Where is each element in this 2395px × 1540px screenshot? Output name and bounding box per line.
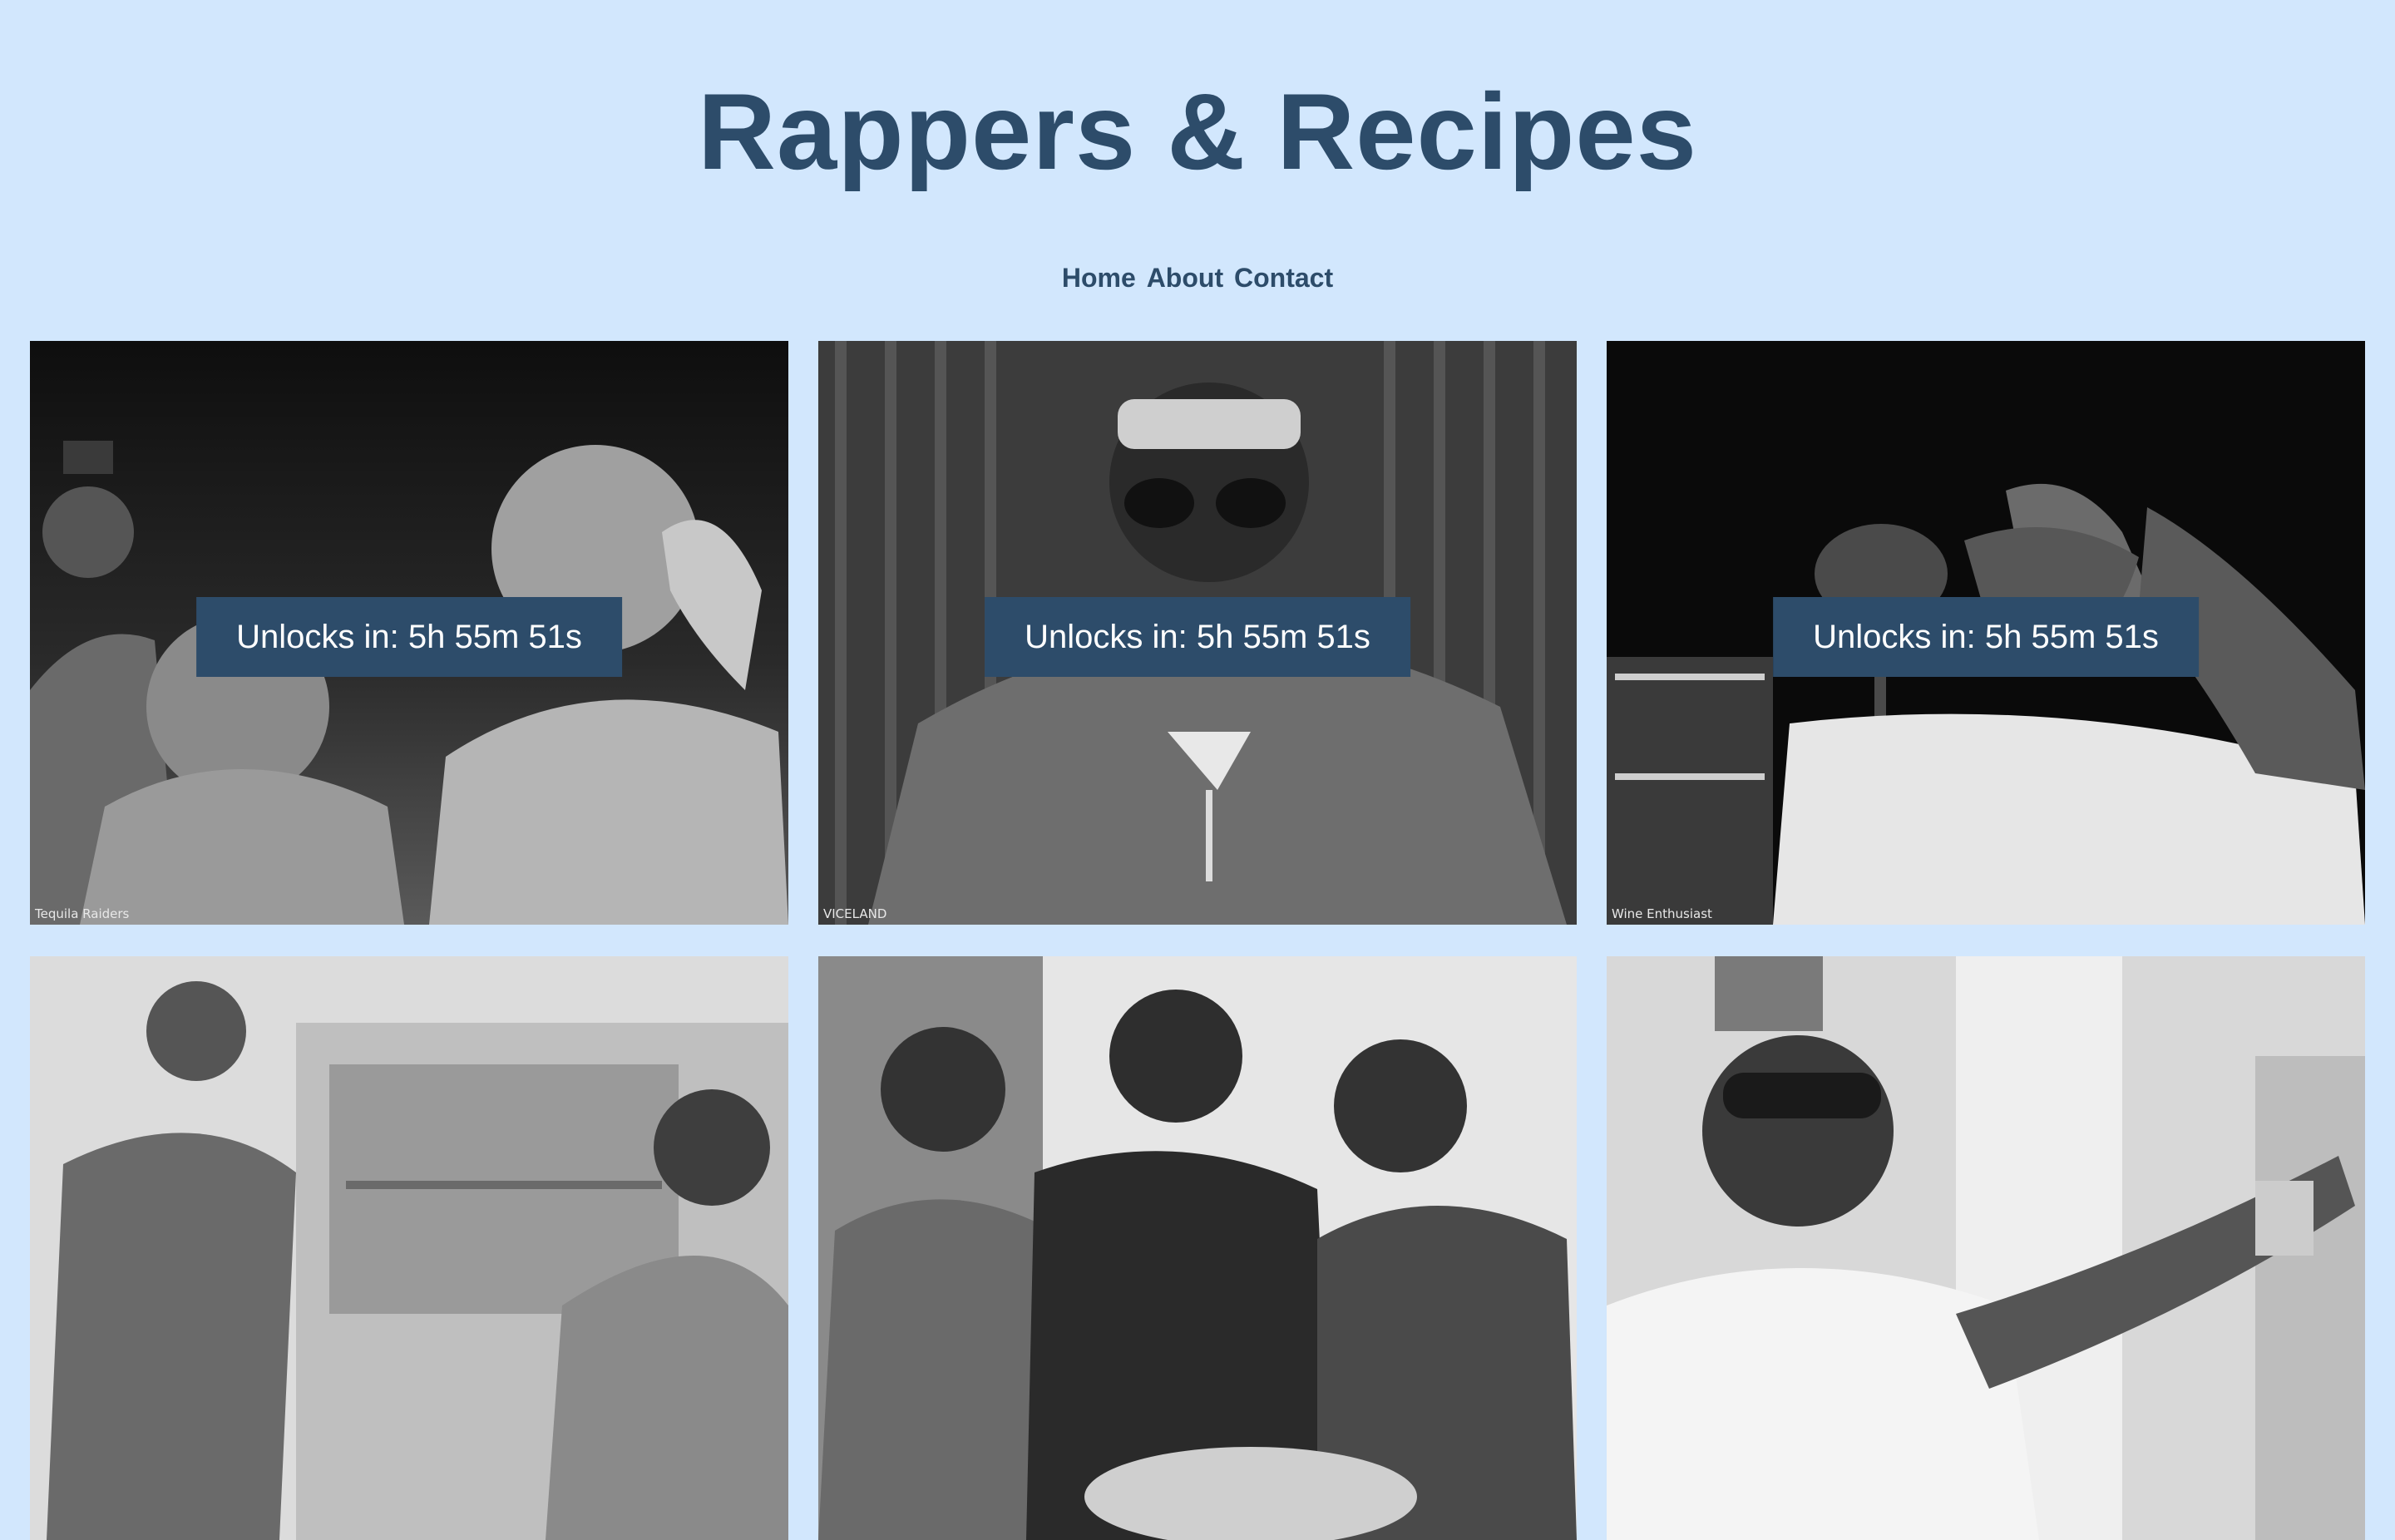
photo-credit: Tequila Raiders xyxy=(35,906,130,921)
recipe-photo xyxy=(818,956,1577,1540)
nav-about-link[interactable]: About xyxy=(1147,263,1223,293)
unlock-countdown-badge: Unlocks in: 5h 55m 51s xyxy=(1773,597,2199,677)
recipe-card[interactable] xyxy=(818,956,1577,1540)
unlock-countdown-badge: Unlocks in: 5h 55m 51s xyxy=(985,597,1410,677)
main-nav: Home About Contact xyxy=(0,261,2395,294)
nav-home-link[interactable]: Home xyxy=(1062,263,1136,293)
recipe-card[interactable]: Unlocks in: 5h 55m 51s Wine Enthusiast xyxy=(1607,341,2365,925)
site-title: Rappers & Recipes xyxy=(698,71,1697,192)
photo-credit: Wine Enthusiast xyxy=(1612,906,1712,921)
recipe-card[interactable] xyxy=(1607,956,2365,1540)
recipe-card[interactable]: Unlocks in: 5h 55m 51s Tequila Raiders xyxy=(30,341,788,925)
recipe-photo xyxy=(1607,956,2365,1540)
photo-credit: VICELAND xyxy=(823,906,887,921)
recipe-grid: Unlocks in: 5h 55m 51s Tequila Raiders U… xyxy=(30,341,2365,1540)
recipe-card[interactable] xyxy=(30,956,788,1540)
recipe-card[interactable]: Unlocks in: 5h 55m 51s VICELAND xyxy=(818,341,1577,925)
nav-contact-link[interactable]: Contact xyxy=(1234,263,1333,293)
unlock-countdown-badge: Unlocks in: 5h 55m 51s xyxy=(196,597,622,677)
recipe-photo xyxy=(30,956,788,1540)
